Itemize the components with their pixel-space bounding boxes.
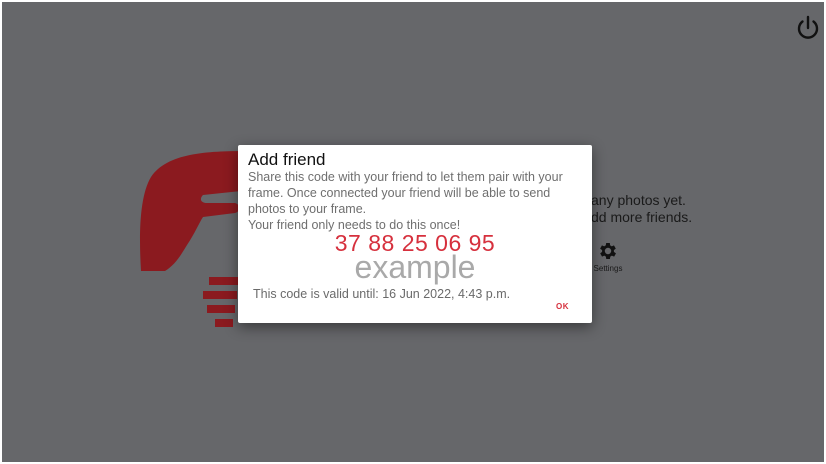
gear-icon [600,243,616,259]
hands-logo [140,151,247,327]
example-watermark: example [354,249,476,285]
settings-button[interactable]: Settings [589,240,627,273]
dialog-title: Add friend [248,150,326,169]
empty-state-message: any photos yet. dd more friends. [591,192,692,226]
dialog-instructions: Share this code with your friend to let … [248,170,563,216]
code-expiry-text: This code is valid until: 16 Jun 2022, 4… [253,287,511,301]
dialog-message: Share this code with your friend to let … [248,169,590,233]
add-friend-dialog: Add friend Share this code with your fri… [238,145,592,323]
app-screen: any photos yet. dd more friends. Setting… [2,2,824,462]
ok-button[interactable]: OK [556,302,569,311]
settings-label: Settings [593,264,623,273]
power-icon[interactable] [794,14,822,42]
empty-state-line-2: dd more friends. [591,209,693,225]
empty-state-line-1: any photos yet. [591,192,686,208]
